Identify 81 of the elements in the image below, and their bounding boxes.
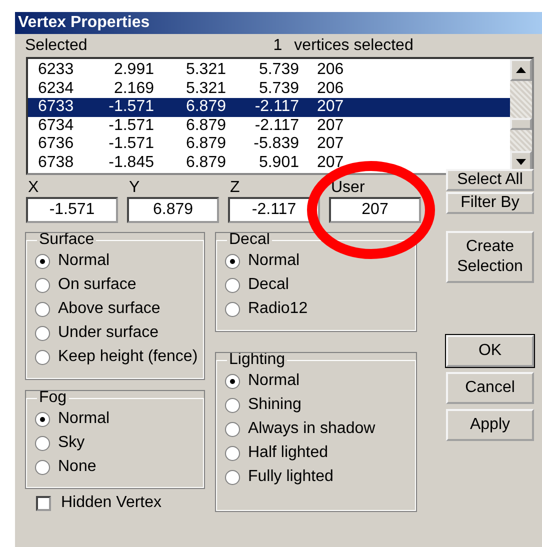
option-label: Normal [58, 410, 110, 428]
radio-button[interactable] [225, 422, 240, 436]
option-label: Half lighted [248, 444, 328, 462]
radio-button[interactable] [225, 374, 240, 388]
radio-button[interactable] [35, 302, 50, 316]
input-field[interactable]: -1.571 [26, 197, 118, 223]
option-label: Normal [58, 252, 110, 270]
vertex-row[interactable]: 6234 2.169 5.321 5.739 206 [28, 80, 510, 98]
option-label: Radio12 [248, 300, 308, 318]
group-title: Decal [228, 233, 271, 247]
radio-option[interactable]: On surface [35, 273, 203, 297]
vertex-row[interactable]: 6233 2.991 5.321 5.739 206 [28, 61, 510, 80]
radio-option[interactable]: Under surface [35, 321, 203, 345]
radio-option[interactable]: Normal [35, 407, 203, 431]
field-label: Y [128, 179, 141, 197]
checkbox[interactable] [36, 496, 51, 510]
selected-label: Selected [25, 37, 88, 56]
checkbox-label: Hidden Vertex [61, 494, 162, 512]
radio-button[interactable] [225, 254, 240, 268]
radio-option[interactable]: Keep height (fence) [35, 345, 203, 369]
radio-button[interactable] [225, 446, 240, 460]
action-button[interactable]: Select All [446, 169, 534, 191]
option-label: Shining [248, 396, 302, 414]
radio-option[interactable]: Normal [225, 369, 415, 393]
radio-option[interactable]: Normal [35, 249, 203, 273]
window-title: Vertex Properties [18, 14, 150, 32]
action-button[interactable]: Filter By [446, 192, 534, 214]
option-label: Normal [248, 372, 300, 390]
field-label: Z [229, 179, 241, 197]
option-label: Fully lighted [248, 468, 334, 486]
radio-option[interactable]: Decal [225, 273, 415, 297]
radio-option[interactable]: Shining [225, 393, 415, 417]
group-title: Lighting [228, 353, 286, 367]
option-label: Decal [248, 276, 289, 294]
selection-count: 1 [273, 37, 282, 56]
radio-button[interactable] [35, 412, 50, 426]
option-label: On surface [58, 276, 136, 294]
scroll-up-button[interactable] [510, 59, 532, 81]
option-label: Keep height (fence) [58, 348, 198, 366]
vertex-row[interactable]: 6738 -1.845 6.879 5.901 207 [28, 154, 510, 172]
create-selection-button[interactable]: Create Selection [446, 231, 534, 283]
group-title: Fog [38, 391, 68, 405]
radio-option[interactable]: Normal [225, 249, 415, 273]
scroll-thumb[interactable] [510, 118, 532, 130]
option-label: Sky [58, 434, 85, 452]
option-label: Above surface [58, 300, 160, 318]
radio-button[interactable] [225, 302, 240, 316]
selection-count-label: vertices selected [294, 37, 414, 56]
vertex-row[interactable]: 6736 -1.571 6.879 -5.839 207 [28, 135, 510, 154]
vertex-row[interactable]: 6733 -1.571 6.879 -2.117 207 [28, 98, 510, 116]
radio-option[interactable]: Half lighted [225, 441, 415, 465]
radio-option[interactable]: Sky [35, 431, 203, 455]
radio-option[interactable]: Radio12 [225, 297, 415, 321]
radio-option[interactable]: Above surface [35, 297, 203, 321]
radio-button[interactable] [35, 254, 50, 268]
vertex-row[interactable]: 6734 -1.571 6.879 -2.117 207 [28, 116, 510, 135]
radio-button[interactable] [225, 398, 240, 412]
dialog-button[interactable]: OK [446, 335, 534, 367]
radio-button[interactable] [35, 436, 50, 450]
dialog-button[interactable]: Apply [446, 409, 534, 441]
radio-button[interactable] [35, 350, 50, 364]
option-label: Always in shadow [248, 420, 376, 438]
up-arrow-icon [516, 67, 526, 73]
input-field[interactable]: 207 [329, 197, 421, 223]
dialog-button[interactable]: Cancel [446, 372, 534, 404]
radio-button[interactable] [225, 470, 240, 484]
radio-button[interactable] [35, 326, 50, 340]
down-arrow-icon [516, 159, 526, 165]
option-label: None [58, 458, 96, 476]
option-label: Under surface [58, 324, 158, 342]
radio-option[interactable]: None [35, 455, 203, 479]
radio-option[interactable]: Fully lighted [225, 465, 415, 489]
option-label: Normal [248, 252, 300, 270]
radio-option[interactable]: Always in shadow [225, 417, 415, 441]
radio-button[interactable] [35, 278, 50, 292]
radio-button[interactable] [225, 278, 240, 292]
group-title: Surface [38, 233, 96, 247]
field-label: X [27, 179, 40, 197]
radio-button[interactable] [35, 460, 50, 474]
field-label: User [330, 179, 366, 197]
input-field[interactable]: 6.879 [127, 197, 219, 223]
